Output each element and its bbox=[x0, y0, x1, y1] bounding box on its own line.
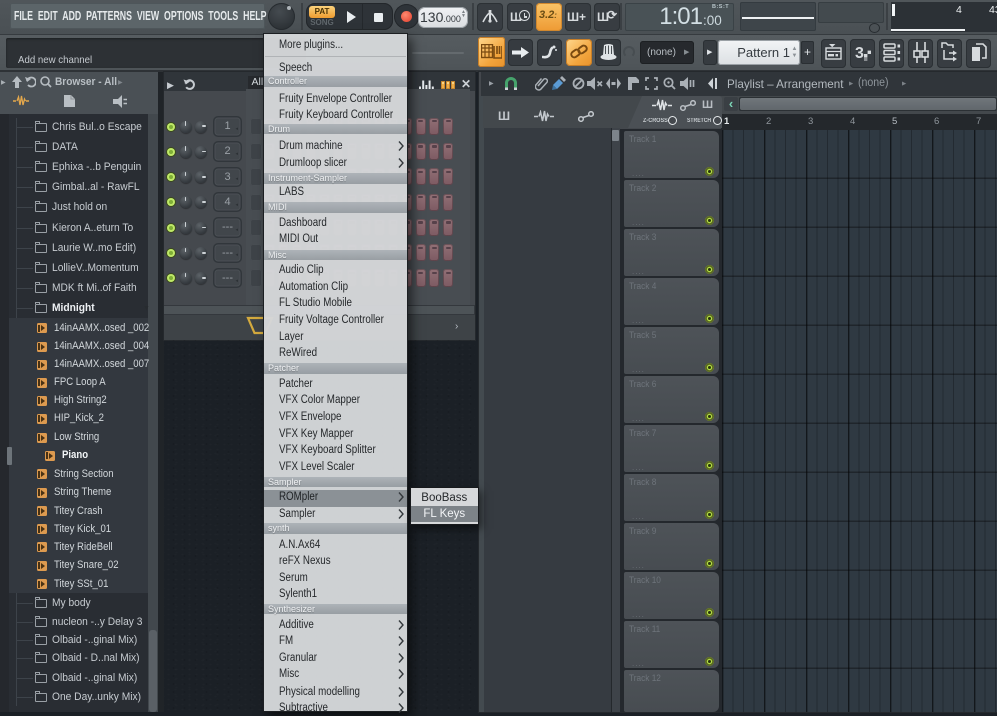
svg-text:3: 3 bbox=[855, 45, 864, 62]
